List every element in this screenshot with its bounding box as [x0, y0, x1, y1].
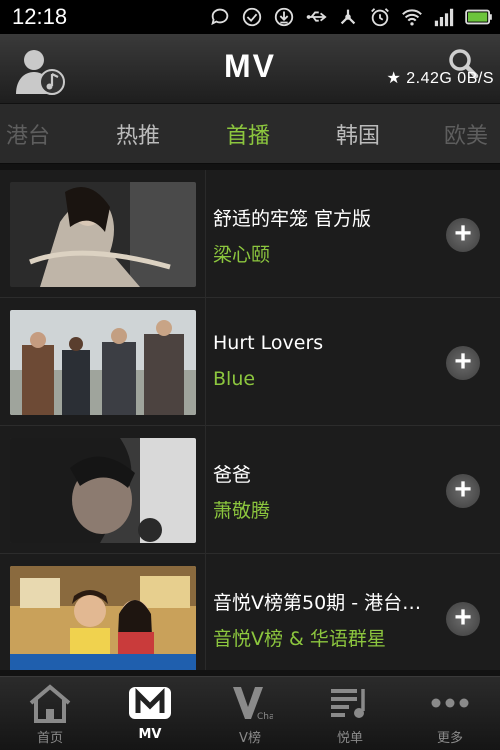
- tab-oumei[interactable]: 欧美: [444, 118, 488, 150]
- nav-label: V榜: [239, 731, 261, 746]
- nav-mv[interactable]: MV: [100, 683, 200, 747]
- video-title: 舒适的牢笼 官方版: [213, 208, 372, 230]
- home-icon: [27, 683, 73, 723]
- signal-icon: [432, 5, 456, 29]
- playlist-icon: [327, 683, 373, 723]
- plus-icon: +: [454, 345, 472, 378]
- video-thumbnail[interactable]: [10, 438, 196, 543]
- chat-icon: [208, 5, 232, 29]
- list-item[interactable]: 音悦V榜第50期 - 港台… 音悦V榜 & 华语群星 +: [0, 554, 500, 670]
- add-button[interactable]: +: [446, 218, 480, 252]
- category-tabs: 港台 热推 首播 韩国 欧美: [0, 104, 500, 164]
- battery-icon: [464, 5, 494, 29]
- list-item[interactable]: Hurt Lovers Blue +: [0, 298, 500, 426]
- list-item[interactable]: 舒适的牢笼 官方版 梁心颐 +: [0, 170, 500, 298]
- status-bar: 12:18: [0, 0, 500, 34]
- video-thumbnail[interactable]: [10, 310, 196, 415]
- add-button[interactable]: +: [446, 474, 480, 508]
- tab-shoubo[interactable]: 首播: [226, 118, 270, 150]
- list-item[interactable]: 爸爸 萧敬腾 +: [0, 426, 500, 554]
- check-circle-icon: [240, 5, 264, 29]
- wifi-icon: [400, 5, 424, 29]
- video-artist: 梁心颐: [213, 244, 271, 266]
- row-divider: [205, 298, 206, 426]
- nav-label: 悦单: [336, 731, 363, 746]
- video-thumbnail[interactable]: [10, 566, 196, 670]
- plus-icon: +: [454, 473, 472, 506]
- bottom-nav: 首页 MV Chart V榜 悦单 更多: [0, 676, 500, 750]
- video-artist: 音悦V榜 & 华语群星: [213, 628, 386, 650]
- add-button[interactable]: +: [446, 346, 480, 380]
- usb-icon: [304, 5, 328, 29]
- video-thumbnail[interactable]: [10, 182, 196, 287]
- video-artist: 萧敬腾: [213, 500, 271, 522]
- svg-text:Chart: Chart: [257, 712, 273, 722]
- row-divider: [205, 426, 206, 554]
- alarm-icon: [368, 5, 392, 29]
- plus-icon: +: [454, 217, 472, 250]
- share-hub-icon: [336, 5, 360, 29]
- row-divider: [205, 554, 206, 670]
- network-speed-overlay: ★ 2.42G 0B/S: [386, 70, 494, 87]
- status-icons: [208, 4, 494, 30]
- more-dots-icon: [427, 683, 473, 723]
- status-time: 12:18: [12, 4, 68, 29]
- video-title: 音悦V榜第50期 - 港台…: [213, 592, 422, 614]
- tab-hanguo[interactable]: 韩国: [336, 118, 380, 150]
- video-title: Hurt Lovers: [213, 332, 324, 354]
- plus-icon: +: [454, 601, 472, 634]
- nav-more[interactable]: 更多: [400, 683, 500, 747]
- tab-rebuy[interactable]: 热推: [116, 118, 160, 150]
- app-header: MV ★ 2.42G 0B/S: [0, 34, 500, 104]
- nav-vchart[interactable]: Chart V榜: [200, 683, 300, 747]
- add-button[interactable]: +: [446, 602, 480, 636]
- mv-list: 舒适的牢笼 官方版 梁心颐 + Hurt Lovers Blue + 爸爸 萧敬…: [0, 170, 500, 670]
- video-artist: Blue: [213, 368, 256, 390]
- nav-playlist[interactable]: 悦单: [300, 683, 400, 747]
- row-divider: [205, 170, 206, 298]
- nav-label: MV: [138, 727, 162, 742]
- video-title: 爸爸: [213, 464, 252, 486]
- mv-icon: [127, 683, 173, 723]
- nav-label: 首页: [36, 731, 63, 746]
- download-icon: [272, 5, 296, 29]
- vchart-icon: Chart: [227, 683, 273, 723]
- nav-home[interactable]: 首页: [0, 683, 100, 747]
- nav-label: 更多: [436, 731, 463, 746]
- tab-gangtai[interactable]: 港台: [6, 118, 50, 150]
